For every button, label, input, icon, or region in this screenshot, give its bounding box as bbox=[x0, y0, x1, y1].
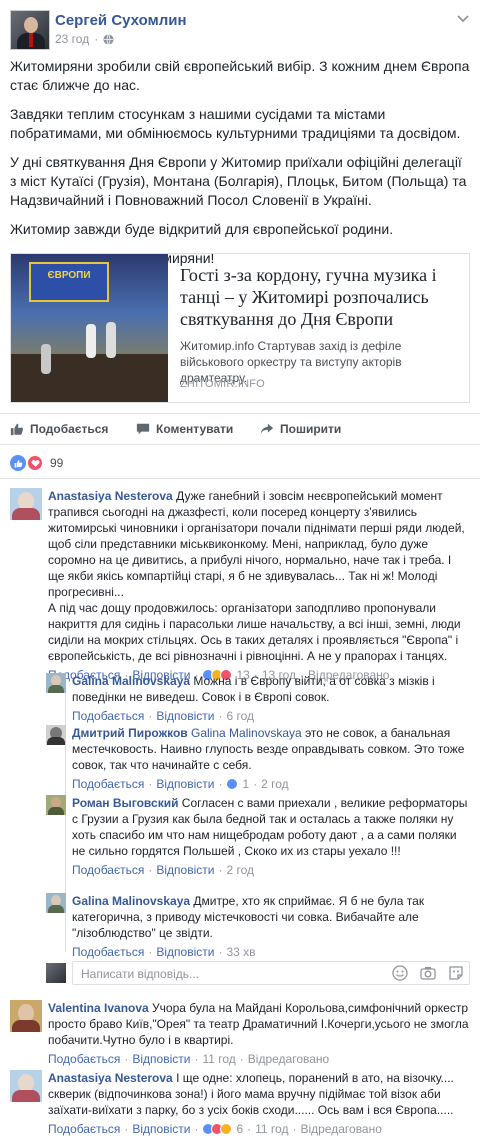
commenter-avatar[interactable] bbox=[46, 673, 66, 693]
love-reaction-icon bbox=[27, 455, 43, 471]
link-preview-image[interactable]: ЄВРОПИ bbox=[11, 254, 168, 402]
comment-reactions-icons[interactable] bbox=[226, 778, 239, 790]
camera-icon[interactable] bbox=[420, 965, 436, 981]
comment-button-label: Коментувати bbox=[156, 422, 234, 436]
commenter-avatar[interactable] bbox=[46, 893, 66, 913]
commenter-name[interactable]: Роман Выговский bbox=[72, 796, 178, 810]
link-title[interactable]: Гості з-за кордону, гучна музика і танці… bbox=[180, 264, 459, 330]
stage-banner: ЄВРОПИ bbox=[29, 262, 109, 302]
comment-text: А під час дощу продовжилось: організатор… bbox=[48, 601, 461, 663]
like-button-label: Подобається bbox=[30, 422, 109, 436]
post-paragraph: Житомир завжди буде відкритий для європе… bbox=[10, 221, 394, 237]
commenter-avatar[interactable] bbox=[46, 795, 66, 815]
comment-time[interactable]: 33 хв bbox=[226, 944, 255, 960]
comment-time[interactable]: 2 год bbox=[226, 862, 254, 878]
comment: Anastasiya Nesterova Дуже ганебний і зов… bbox=[10, 488, 470, 683]
globe-icon bbox=[103, 33, 114, 45]
post-text: Житомиряни зробили свій європейський виб… bbox=[10, 57, 470, 278]
commenter-name[interactable]: Valentina Ivanova bbox=[48, 1001, 149, 1015]
comment-reply-link[interactable]: Відповісти bbox=[156, 944, 214, 960]
link-preview-body[interactable]: Гості з-за кордону, гучна музика і танці… bbox=[168, 254, 469, 402]
post-time[interactable]: 23 год bbox=[55, 32, 89, 46]
comment-actions: Подобається · Відповісти · 1 · 2 год bbox=[72, 776, 289, 792]
comment-edited[interactable]: Відредаговано bbox=[300, 1121, 381, 1137]
emoji-icon[interactable] bbox=[392, 965, 408, 981]
commenter-avatar[interactable] bbox=[10, 1070, 42, 1102]
comment-actions: Подобається · Відповісти · 6 · 11 год · Відр… bbox=[48, 1121, 382, 1137]
commenter-name[interactable]: Anastasiya Nesterova bbox=[48, 1071, 173, 1085]
post-meta: 23 год · bbox=[55, 32, 114, 46]
commenter-name[interactable]: Дмитрий Пирожков bbox=[72, 726, 188, 740]
comment-actions: Подобається · Відповісти · 11 год · Відреда… bbox=[48, 1051, 330, 1067]
comment-actions: Подобається · Відповісти · 33 хв bbox=[72, 944, 256, 960]
current-user-avatar bbox=[46, 963, 66, 983]
post-paragraph: У дні святкування Дня Європи у Житомир п… bbox=[10, 154, 467, 208]
post-paragraph: Житомиряни зробили свій європейський виб… bbox=[10, 58, 470, 93]
comment-reply-link[interactable]: Відповісти bbox=[156, 776, 214, 792]
comment: Valentina Ivanova Учора була на Майдані … bbox=[10, 1000, 470, 1067]
commenter-name[interactable]: Galina Malinovskaya bbox=[72, 674, 190, 688]
commenter-avatar[interactable] bbox=[10, 488, 42, 520]
divider bbox=[0, 478, 480, 479]
comment-reply: Дмитрий Пирожков Galina Malinovskaya это… bbox=[46, 725, 470, 792]
like-reaction-icon bbox=[10, 455, 26, 471]
post-header: Сергей Сухомлин 23 год · bbox=[10, 10, 470, 54]
comment-reaction-count[interactable]: 6 bbox=[236, 1121, 243, 1137]
commenter-name[interactable]: Galina Malinovskaya bbox=[72, 894, 190, 908]
comment-actions: Подобається · Відповісти · 6 год bbox=[72, 708, 254, 724]
sticker-icon[interactable] bbox=[448, 965, 464, 981]
comment-reply: Galina Malinovskaya Можна і в Європу вій… bbox=[46, 673, 470, 724]
comment-time[interactable]: 6 год bbox=[226, 708, 254, 724]
comment-reaction-count[interactable]: 1 bbox=[242, 776, 249, 792]
comment-like-link[interactable]: Подобається bbox=[72, 862, 144, 878]
comment-icon bbox=[136, 423, 150, 435]
reply-composer: Написати відповідь... bbox=[46, 961, 470, 985]
thumbs-up-icon bbox=[10, 423, 24, 436]
like-button[interactable]: Подобається bbox=[10, 422, 108, 436]
comment-edited[interactable]: Відредаговано bbox=[248, 1051, 329, 1067]
comment-like-link[interactable]: Подобається bbox=[72, 944, 144, 960]
commenter-avatar[interactable] bbox=[10, 1000, 42, 1032]
post-paragraph: Завдяки теплим стосункам з нашими сусіда… bbox=[10, 106, 461, 141]
link-domain: ZHITOMIR.INFO bbox=[180, 378, 265, 390]
post-action-bar: Подобається Коментувати Поширити bbox=[0, 413, 480, 445]
commenter-avatar[interactable] bbox=[46, 725, 66, 745]
comment-reply-link[interactable]: Відповісти bbox=[156, 862, 214, 878]
share-icon bbox=[260, 423, 274, 435]
share-button-label: Поширити bbox=[280, 422, 342, 436]
reactions-count: 99 bbox=[50, 456, 64, 470]
author-name[interactable]: Сергей Сухомлин bbox=[55, 12, 187, 29]
comment-reply-link[interactable]: Відповісти bbox=[132, 1051, 190, 1067]
facebook-post: Сергей Сухомлин 23 год · Житомиряни зроб… bbox=[0, 0, 480, 1140]
share-button[interactable]: Поширити bbox=[260, 422, 341, 436]
chevron-down-icon[interactable] bbox=[456, 12, 470, 26]
comment: Anastasiya Nesterova І ще одне: хлопець,… bbox=[10, 1070, 470, 1137]
comment-like-link[interactable]: Подобається bbox=[48, 1121, 120, 1137]
comment-reactions-icons[interactable] bbox=[202, 1123, 233, 1135]
reactions-summary[interactable]: 99 bbox=[10, 455, 63, 471]
comment-reply: Роман Выговский Согласен с вами приехали… bbox=[46, 795, 470, 878]
comment-time[interactable]: 11 год bbox=[255, 1121, 288, 1137]
comment-like-link[interactable]: Подобається bbox=[72, 776, 144, 792]
comment-actions: Подобається · Відповісти · 2 год bbox=[72, 862, 254, 878]
comment-reply: Galina Malinovskaya Дмитре, хто як сприй… bbox=[46, 893, 470, 960]
comment-time[interactable]: 11 год bbox=[202, 1051, 235, 1067]
author-avatar[interactable] bbox=[10, 10, 50, 50]
comment-text: Дуже ганебний і зовсім неєвропейський мо… bbox=[48, 489, 465, 599]
comment-mention[interactable]: Galina Malinovskaya bbox=[188, 726, 302, 740]
comment-button[interactable]: Коментувати bbox=[136, 422, 233, 436]
comment-reply-link[interactable]: Відповісти bbox=[132, 1121, 190, 1137]
comment-like-link[interactable]: Подобається bbox=[72, 708, 144, 724]
comment-time[interactable]: 2 год bbox=[261, 776, 289, 792]
comment-reply-link[interactable]: Відповісти bbox=[156, 708, 214, 724]
commenter-name[interactable]: Anastasiya Nesterova bbox=[48, 489, 173, 503]
comment-like-link[interactable]: Подобається bbox=[48, 1051, 120, 1067]
link-preview-card[interactable]: ЄВРОПИ Гості з-за кордону, гучна музика … bbox=[10, 253, 470, 403]
